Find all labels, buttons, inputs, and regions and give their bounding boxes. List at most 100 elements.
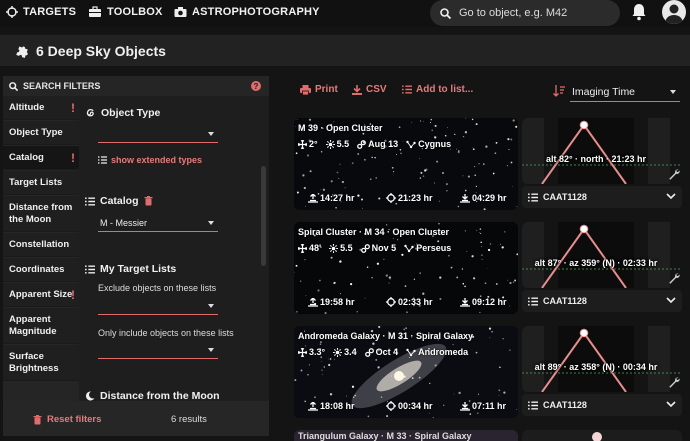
stat-magnitude: 5.5 bbox=[329, 243, 353, 253]
transit-value: 02:33 hr bbox=[398, 297, 433, 307]
filter-nav-target-lists[interactable]: Target Lists bbox=[3, 171, 79, 195]
show-extended-types-link[interactable]: show extended types bbox=[98, 155, 202, 165]
nav-toolbox[interactable]: TOOLBOX bbox=[88, 6, 163, 18]
moon-distance-title: Distance from the Moon bbox=[85, 390, 220, 401]
brightness-icon bbox=[329, 243, 339, 253]
chevron-down-icon bbox=[666, 297, 676, 304]
stat-size: 3.3° bbox=[298, 347, 325, 357]
sort-icon[interactable] bbox=[553, 85, 565, 97]
constellation-value: Andromeda bbox=[418, 347, 469, 357]
wrench-icon[interactable] bbox=[668, 168, 680, 180]
bell-icon[interactable] bbox=[631, 3, 647, 24]
search-icon bbox=[440, 7, 451, 19]
filter-nav-label: Constellation bbox=[9, 238, 70, 250]
sort-select[interactable]: Imaging Time bbox=[570, 82, 680, 102]
filter-nav-altitude[interactable]: Altitude! bbox=[3, 96, 79, 120]
rise-time: 14:27 hr bbox=[308, 193, 355, 203]
constellation-icon bbox=[406, 348, 416, 356]
print-button[interactable]: Print bbox=[300, 84, 338, 95]
nav-toolbox-label: TOOLBOX bbox=[107, 6, 163, 18]
chevron-down-icon bbox=[208, 304, 214, 308]
nav-astrophotography[interactable]: ASTROPHOTOGRAPHY bbox=[174, 6, 320, 18]
constellation-value: Cygnus bbox=[418, 139, 452, 149]
filter-nav-label: Altitude bbox=[9, 101, 45, 113]
filter-nav-apparent-size[interactable]: Apparent Size! bbox=[3, 283, 79, 307]
brightness-icon bbox=[325, 139, 335, 149]
warning-mark: ! bbox=[71, 100, 75, 115]
target-list-dropdown[interactable]: CAAT1128 bbox=[522, 186, 682, 208]
filter-nav-surface-brightness[interactable]: Surface Brightness bbox=[3, 345, 79, 381]
object-image[interactable]: Spiral Cluster · M 34 · Open Cluster 48'… bbox=[294, 222, 518, 314]
csv-button[interactable]: CSV bbox=[352, 84, 387, 95]
include-lists-select[interactable] bbox=[98, 341, 218, 359]
filter-header: SEARCH FILTERS ? bbox=[3, 76, 269, 96]
object-image[interactable]: M 39 · Open Cluster 2° 5.5 Aug 13 Cygnus… bbox=[294, 118, 518, 210]
date-value: Nov 5 bbox=[371, 243, 397, 253]
warning-mark: ! bbox=[71, 287, 75, 302]
search-input[interactable]: Go to object, e.g. M42 bbox=[430, 0, 620, 26]
filter-nav-label: Surface Brightness bbox=[9, 350, 59, 374]
list-icon bbox=[85, 196, 95, 206]
filter-nav-label: Distance from the Moon bbox=[9, 201, 73, 225]
print-icon bbox=[300, 84, 311, 95]
reset-filters-button[interactable]: Reset filters bbox=[33, 414, 101, 425]
object-type-select[interactable] bbox=[98, 125, 218, 143]
result-card: Spiral Cluster · M 34 · Open Cluster 48'… bbox=[290, 222, 688, 320]
filter-nav-coordinates[interactable]: Coordinates bbox=[3, 258, 79, 282]
wrench-icon[interactable] bbox=[668, 376, 680, 388]
target-list-value: CAAT1128 bbox=[543, 400, 587, 410]
filter-nav-constellation[interactable]: Constellation bbox=[3, 233, 79, 257]
filter-nav-catalog[interactable]: Catalog! bbox=[3, 146, 79, 170]
constellation-icon bbox=[406, 140, 416, 148]
altitude-chart[interactable]: alt 89° · az 358° (N) · 00:34 hr bbox=[522, 326, 682, 392]
list-icon bbox=[402, 85, 412, 94]
trash-icon[interactable] bbox=[144, 196, 153, 206]
results-count: 6 results bbox=[171, 414, 207, 425]
avatar[interactable] bbox=[662, 0, 686, 24]
magnitude-value: 3.4 bbox=[344, 347, 357, 357]
stat-magnitude: 3.4 bbox=[333, 347, 357, 357]
altitude-chart[interactable]: alt 87° · az 359° (N) · 02:33 hr bbox=[522, 222, 682, 288]
filter-nav-apparent-magnitude[interactable]: Apparent Magnitude bbox=[3, 308, 79, 344]
help-icon[interactable]: ? bbox=[251, 81, 261, 91]
target-list-value: CAAT1128 bbox=[543, 296, 587, 306]
include-lists-label: Only include objects on these lists bbox=[98, 328, 234, 338]
warning-mark: ! bbox=[71, 150, 75, 165]
chevron-down-icon bbox=[208, 221, 214, 225]
add-to-list-button[interactable]: Add to list... bbox=[402, 84, 473, 95]
result-card-partial[interactable]: Triangulum Galaxy · M 33 · Spiral Galaxy bbox=[294, 430, 518, 441]
altitude-chart-partial bbox=[522, 430, 682, 441]
rise-value: 14:27 hr bbox=[320, 193, 355, 203]
wrench-icon[interactable] bbox=[668, 272, 680, 284]
filter-nav-distance-moon[interactable]: Distance from the Moon bbox=[3, 196, 79, 232]
nav-astrophotography-label: ASTROPHOTOGRAPHY bbox=[192, 6, 320, 18]
crosshair-icon bbox=[6, 6, 18, 18]
filter-scrollbar[interactable] bbox=[261, 166, 266, 266]
stat-constellation: Andromeda bbox=[406, 347, 468, 357]
search-icon bbox=[9, 81, 18, 91]
trash-icon bbox=[33, 414, 42, 424]
chevron-down-icon bbox=[208, 348, 214, 352]
transit-value: 21:23 hr bbox=[398, 193, 433, 203]
object-image[interactable]: Andromeda Galaxy · M 31 · Spiral Galaxy … bbox=[294, 326, 518, 418]
altitude-chart[interactable]: alt 82° · north · 21:23 hr bbox=[522, 118, 682, 184]
altitude-label: alt 87° · az 359° (N) · 02:33 hr bbox=[534, 258, 658, 268]
rise-time: 19:58 hr bbox=[308, 297, 355, 307]
top-nav: TARGETS TOOLBOX ASTROPHOTOGRAPHY Go to o… bbox=[0, 0, 690, 27]
spiral-icon bbox=[86, 108, 94, 116]
set-icon bbox=[460, 193, 470, 203]
card-name: M 39 · Open Cluster bbox=[298, 123, 383, 133]
target-list-dropdown[interactable]: CAAT1128 bbox=[522, 394, 682, 416]
sort-value: Imaging Time bbox=[572, 85, 636, 98]
chevron-down-icon bbox=[666, 401, 676, 408]
set-time: 07:11 hr bbox=[460, 401, 506, 411]
list-icon bbox=[85, 264, 95, 274]
filter-content: Object Type show extended types Catalog … bbox=[83, 96, 259, 401]
catalog-select[interactable]: M - Messier bbox=[98, 214, 218, 232]
exclude-lists-select[interactable] bbox=[98, 297, 218, 315]
rise-time: 18:08 hr bbox=[308, 401, 355, 411]
filter-nav-object-type[interactable]: Object Type bbox=[3, 121, 79, 145]
target-list-dropdown[interactable]: CAAT1128 bbox=[522, 290, 682, 312]
nav-targets[interactable]: TARGETS bbox=[6, 6, 76, 18]
filter-nav: Altitude! Object Type Catalog! Target Li… bbox=[3, 96, 79, 401]
